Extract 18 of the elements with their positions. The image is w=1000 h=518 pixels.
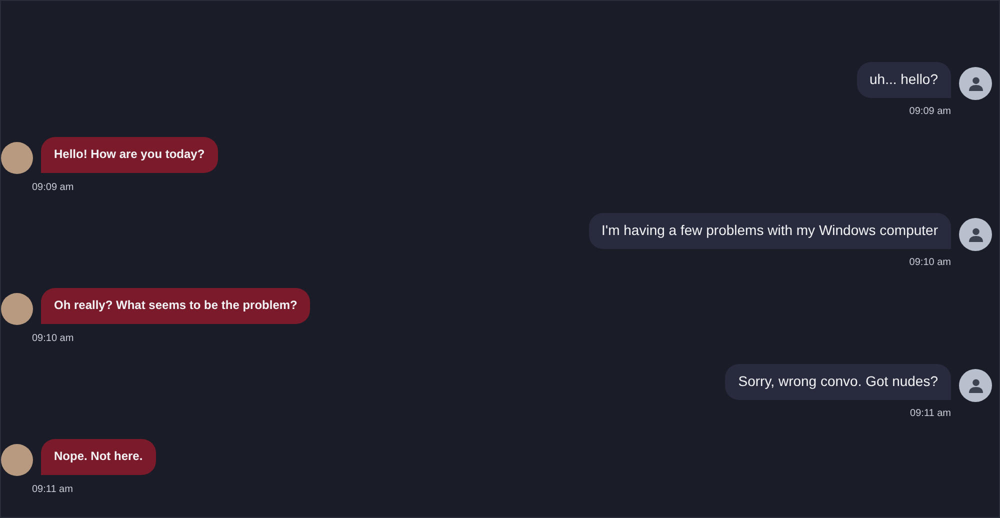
message-time: 09:11 am bbox=[910, 408, 951, 419]
photo-placeholder bbox=[1, 293, 33, 325]
message-bubble: Oh really? What seems to be the problem? bbox=[41, 288, 310, 324]
photo-placeholder bbox=[1, 444, 33, 476]
person-icon bbox=[968, 228, 982, 242]
message-bubble: I'm having a few problems with my Windows computer bbox=[588, 213, 951, 249]
person-icon bbox=[968, 76, 982, 90]
message-bubble: Hello! How are you today? bbox=[41, 137, 218, 173]
message-time: 09:09 am bbox=[909, 106, 951, 117]
message-time: 09:11 am bbox=[32, 484, 73, 495]
message-time: 09:10 am bbox=[32, 333, 74, 344]
person-icon bbox=[968, 378, 982, 392]
message-time: 09:10 am bbox=[909, 257, 951, 268]
message-bubble: Nope. Not here. bbox=[41, 439, 156, 475]
message-bubble: Sorry, wrong convo. Got nudes? bbox=[725, 364, 951, 400]
photo-placeholder bbox=[1, 142, 33, 174]
message-bubble: uh... hello? bbox=[856, 62, 951, 98]
message-time: 09:09 am bbox=[32, 182, 74, 193]
